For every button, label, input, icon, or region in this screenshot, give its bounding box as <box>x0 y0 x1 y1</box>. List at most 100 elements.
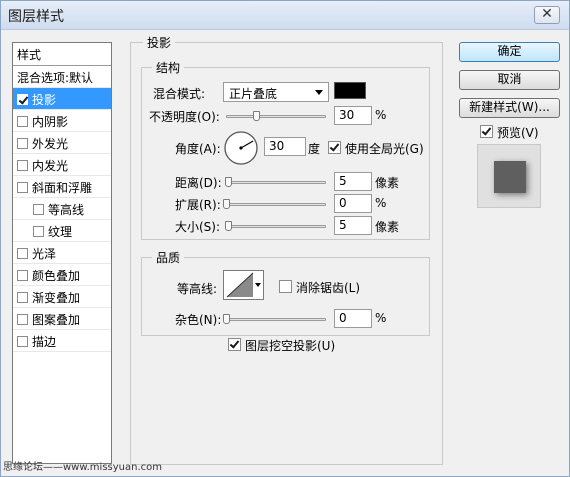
styles-list-header: 样式 <box>13 43 111 66</box>
size-slider-thumb[interactable] <box>225 221 232 231</box>
style-item[interactable]: 斜面和浮雕 <box>13 176 111 198</box>
style-item-label: 投影 <box>32 93 57 107</box>
style-item-checkbox[interactable] <box>17 270 28 281</box>
spread-input[interactable]: 0 <box>334 194 372 213</box>
spread-slider[interactable] <box>223 199 326 209</box>
style-item[interactable]: 纹理 <box>13 220 111 242</box>
quality-title: 品质 <box>152 249 185 266</box>
style-item[interactable]: 等高线 <box>13 198 111 220</box>
spread-slider-thumb[interactable] <box>223 199 230 209</box>
style-item[interactable]: 图案叠加 <box>13 308 111 330</box>
layer-style-dialog: 图层样式 ✕ 样式 混合选项:默认 投影 内阴影 外发光 内发光 斜面和浮雕 等高线 纹理 光泽… <box>0 0 570 477</box>
style-item-label: 内发光 <box>32 159 69 173</box>
style-item-checkbox[interactable] <box>17 94 28 105</box>
opacity-slider-thumb[interactable] <box>253 111 260 121</box>
styles-list: 样式 混合选项:默认投影内阴影外发光内发光斜面和浮雕等高线纹理光泽颜色叠加渐变叠… <box>12 42 112 464</box>
close-icon: ✕ <box>541 6 553 22</box>
spread-label: 扩展(R): <box>175 198 221 212</box>
style-item[interactable]: 外发光 <box>13 132 111 154</box>
style-item-label: 颜色叠加 <box>32 269 81 283</box>
style-item-checkbox[interactable] <box>17 116 28 127</box>
style-item[interactable]: 光泽 <box>13 242 111 264</box>
drop-shadow-panel: 投影 结构 混合模式: 正片叠底 不透明度(O): 30 % 角度(A): 30… <box>130 34 443 465</box>
anti-alias-checkbox[interactable] <box>279 280 292 293</box>
title-bar[interactable]: 图层样式 ✕ <box>1 1 569 30</box>
preview-checkbox[interactable] <box>480 125 493 138</box>
style-item[interactable]: 投影 <box>13 88 111 110</box>
style-item[interactable]: 颜色叠加 <box>13 264 111 286</box>
noise-label: 杂色(N): <box>175 313 222 327</box>
style-preview <box>477 144 541 208</box>
opacity-slider[interactable] <box>226 111 326 121</box>
ok-button[interactable]: 确定 <box>459 42 560 62</box>
size-input[interactable]: 5 <box>334 216 372 235</box>
noise-input[interactable]: 0 <box>334 309 372 328</box>
style-item-label: 光泽 <box>32 247 57 261</box>
chevron-down-icon <box>255 283 261 287</box>
style-item-label: 外发光 <box>32 137 69 151</box>
blend-mode-label: 混合模式: <box>153 87 206 101</box>
style-item[interactable]: 渐变叠加 <box>13 286 111 308</box>
style-item-checkbox[interactable] <box>17 248 28 259</box>
cancel-button[interactable]: 取消 <box>459 70 560 90</box>
noise-slider-thumb[interactable] <box>223 314 230 324</box>
angle-label: 角度(A): <box>175 142 221 156</box>
noise-slider[interactable] <box>223 314 326 324</box>
blend-mode-value: 正片叠底 <box>229 87 278 101</box>
new-style-button[interactable]: 新建样式(W)... <box>459 98 560 118</box>
global-light-label: 使用全局光(G) <box>345 142 424 156</box>
style-item-label: 渐变叠加 <box>32 291 81 305</box>
style-item[interactable]: 混合选项:默认 <box>13 66 111 88</box>
chevron-down-icon <box>315 90 323 95</box>
style-item-checkbox[interactable] <box>17 160 28 171</box>
style-item-checkbox[interactable] <box>17 138 28 149</box>
anti-alias-label: 消除锯齿(L) <box>296 281 361 295</box>
style-item-label: 混合选项:默认 <box>17 71 94 85</box>
style-item-checkbox[interactable] <box>17 182 28 193</box>
contour-picker[interactable] <box>223 270 264 300</box>
style-item[interactable]: 内阴影 <box>13 110 111 132</box>
global-light-checkbox[interactable] <box>328 141 341 154</box>
angle-input[interactable]: 30 <box>264 137 306 156</box>
knockout-label: 图层挖空投影(U) <box>245 339 336 353</box>
dialog-title: 图层样式 <box>8 9 64 25</box>
structure-group: 结构 混合模式: 正片叠底 不透明度(O): 30 % 角度(A): 30 度 <box>141 59 430 240</box>
style-item-label: 斜面和浮雕 <box>32 181 93 195</box>
knockout-checkbox[interactable] <box>228 338 241 351</box>
opacity-unit: % <box>375 108 387 122</box>
style-item-checkbox[interactable] <box>17 336 28 347</box>
distance-input[interactable]: 5 <box>334 172 372 191</box>
distance-slider-thumb[interactable] <box>225 177 232 187</box>
preview-label: 预览(V) <box>497 126 539 140</box>
size-unit: 像素 <box>375 220 400 234</box>
structure-title: 结构 <box>152 59 185 76</box>
style-item-label: 等高线 <box>48 203 85 217</box>
blend-mode-select[interactable]: 正片叠底 <box>223 82 329 102</box>
style-item-checkbox[interactable] <box>33 204 44 215</box>
size-label: 大小(S): <box>175 220 221 234</box>
style-item-label: 内阴影 <box>32 115 69 129</box>
close-button[interactable]: ✕ <box>534 6 560 24</box>
size-slider[interactable] <box>225 221 326 231</box>
drop-shadow-title: 投影 <box>143 34 176 51</box>
style-item-checkbox[interactable] <box>33 226 44 237</box>
shadow-color-swatch[interactable] <box>334 82 366 99</box>
style-item-label: 图案叠加 <box>32 313 81 327</box>
watermark: 思缘论坛——www.missyuan.com <box>3 462 162 473</box>
preview-thumbnail <box>494 161 526 193</box>
angle-dial[interactable] <box>223 130 259 166</box>
styles-list-rows: 混合选项:默认投影内阴影外发光内发光斜面和浮雕等高线纹理光泽颜色叠加渐变叠加图案… <box>13 66 111 352</box>
opacity-input[interactable]: 30 <box>334 106 372 125</box>
quality-group: 品质 等高线: 消除锯齿(L) 杂色(N): 0 % <box>141 249 430 336</box>
opacity-label: 不透明度(O): <box>149 110 220 124</box>
distance-slider[interactable] <box>225 177 326 187</box>
style-item[interactable]: 内发光 <box>13 154 111 176</box>
style-item-label: 描边 <box>32 335 57 349</box>
style-item-label: 纹理 <box>48 225 73 239</box>
style-item[interactable]: 描边 <box>13 330 111 352</box>
noise-unit: % <box>375 311 387 325</box>
contour-curve-icon <box>226 272 254 298</box>
style-item-checkbox[interactable] <box>17 314 28 325</box>
style-item-checkbox[interactable] <box>17 292 28 303</box>
spread-unit: % <box>375 196 387 210</box>
